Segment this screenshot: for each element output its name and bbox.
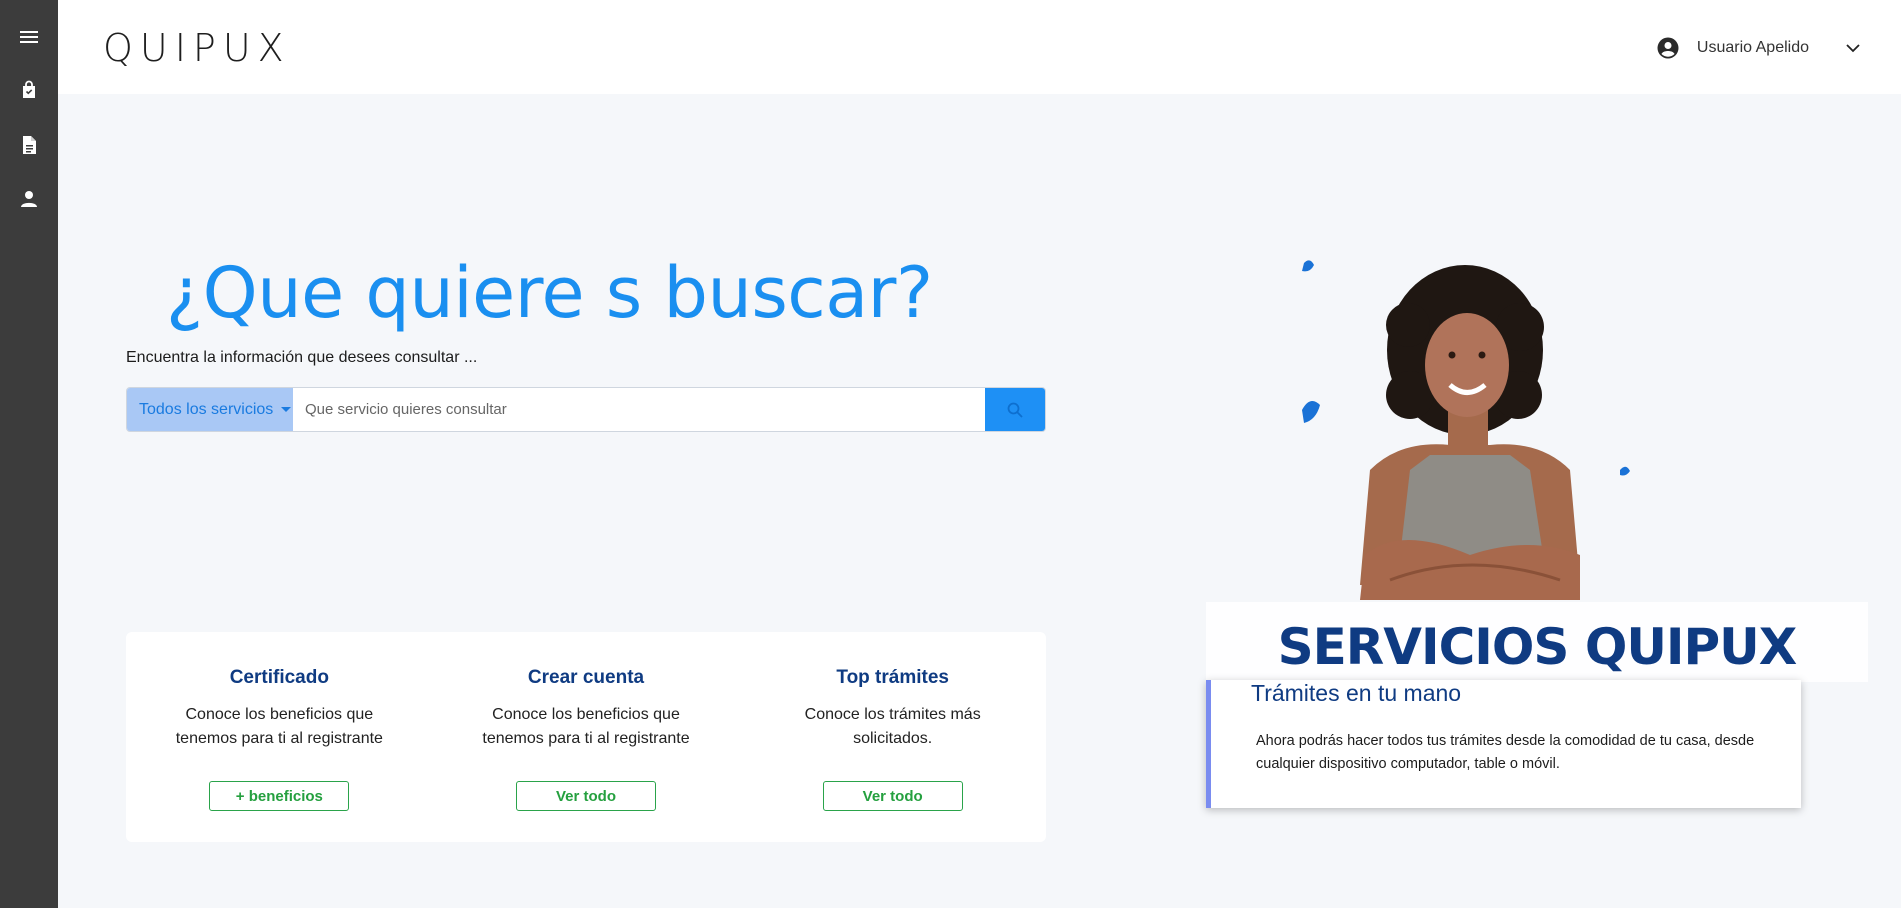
confetti-shape [1302, 401, 1320, 423]
promo-person-image [1302, 260, 1630, 600]
card-certificado: Certificado Conoce los beneficios que te… [126, 632, 433, 842]
card-text: Conoce los beneficios que tenemos para t… [175, 706, 383, 747]
promo-title: SERVICIOS QUIPUX [1277, 618, 1798, 676]
confetti-shape [1620, 466, 1630, 476]
menu-icon [20, 31, 38, 43]
sidebar-item-documents[interactable] [13, 129, 45, 161]
chevron-down-icon[interactable] [1845, 43, 1861, 53]
account-circle-icon [1657, 37, 1679, 59]
menu-button[interactable] [13, 21, 45, 53]
search-icon [1007, 402, 1023, 418]
card-top-tramites: Top trámites Conoce los trámites más sol… [739, 632, 1046, 842]
promo-card: Trámites en tu mano Ahora podrás hacer t… [1206, 680, 1801, 808]
user-icon [21, 191, 37, 207]
service-category-label: Todos los servicios [139, 400, 274, 418]
promo-subtitle: Trámites en tu mano [1251, 680, 1462, 706]
caret-down-icon [281, 407, 292, 412]
page-subtitle: Encuentra la información que desees cons… [126, 349, 478, 366]
info-cards: Certificado Conoce los beneficios que te… [126, 632, 1046, 842]
promo-text: Ahora podrás hacer todos tus trámites de… [1256, 733, 1755, 772]
search-button[interactable] [985, 388, 1045, 431]
shopping-bag-icon [23, 80, 35, 98]
sidebar-item-profile[interactable] [13, 183, 45, 215]
service-category-dropdown[interactable]: Todos los servicios [127, 388, 293, 431]
sidebar-item-shop[interactable] [13, 74, 45, 106]
card-title: Certificado [229, 667, 329, 688]
sidebar [0, 0, 58, 908]
ver-todo-button[interactable]: Ver todo [516, 781, 656, 811]
beneficios-button[interactable]: + beneficios [209, 781, 350, 811]
confetti-shape [1302, 260, 1314, 272]
ver-todo-button[interactable]: Ver todo [822, 781, 963, 811]
user-menu[interactable]: Usuario Apelido [1657, 34, 1861, 62]
top-header: QUIPUX Usuario Apelido [58, 0, 1901, 94]
search-input[interactable] [293, 388, 985, 431]
card-text: Conoce los trámites más solicitados. [804, 706, 981, 747]
user-name: Usuario Apelido [1696, 39, 1809, 56]
quipux-logo[interactable]: QUIPUX [103, 28, 291, 68]
document-icon [23, 136, 36, 154]
card-title: Crear cuenta [527, 667, 645, 688]
page-title: ¿Que quiere s buscar? [166, 252, 933, 334]
card-crear-cuenta: Crear cuenta Conoce los beneficios que t… [433, 632, 740, 842]
search-bar: Todos los servicios [126, 387, 1046, 432]
card-title: Top trámites [836, 667, 949, 688]
card-text: Conoce los beneficios que tenemos para t… [482, 706, 690, 747]
logo-text: QUIPUX [103, 26, 291, 70]
